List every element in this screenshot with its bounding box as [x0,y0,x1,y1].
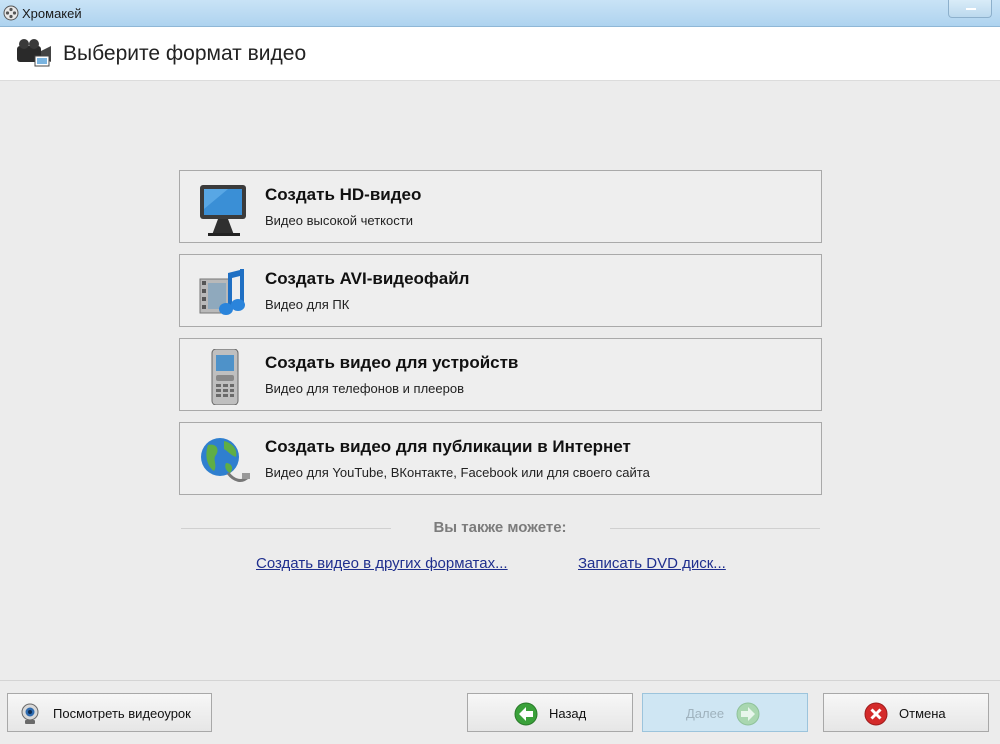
option-subtitle: Видео для ПК [265,297,350,312]
also-can-label: Вы также можете: [433,519,567,536]
cancel-button[interactable]: Отмена [823,693,989,732]
window-title: Хромакей [22,6,82,21]
arrow-left-icon [514,702,538,729]
window-close-button[interactable] [948,0,992,18]
other-formats-link[interactable]: Создать видео в других форматах... [256,555,508,572]
back-button[interactable]: Назад [467,693,633,732]
page-title: Выберите формат видео [63,42,307,65]
page-header: Выберите формат видео [0,27,1000,81]
create-hd-video-button[interactable]: Создать HD-видео Видео высокой четкости [179,170,822,243]
burn-dvd-link[interactable]: Записать DVD диск... [578,555,726,572]
next-button[interactable]: Далее [642,693,808,732]
tutorial-label: Посмотреть видеоурок [53,706,191,721]
divider [181,528,391,529]
option-title: Создать видео для устройств [265,353,519,372]
create-internet-video-button[interactable]: Создать видео для публикации в Интернет … [179,422,822,495]
option-title: Создать HD-видео [265,185,422,204]
film-reel-icon [3,5,19,21]
option-subtitle: Видео для YouTube, ВКонтакте, Facebook и… [265,465,650,480]
option-title: Создать видео для публикации в Интернет [265,437,631,456]
cancel-icon [864,702,888,729]
next-label: Далее [686,706,725,721]
arrow-right-icon [736,702,760,729]
create-device-video-button[interactable]: Создать видео для устройств Видео для те… [179,338,822,411]
video-camera-icon [15,38,55,73]
monitor-icon [198,181,250,237]
webcam-icon [18,702,42,729]
watch-tutorial-button[interactable]: Посмотреть видеоурок [7,693,212,732]
globe-icon [198,433,250,489]
back-label: Назад [549,706,587,721]
film-music-icon [198,265,250,321]
phone-icon [198,348,250,406]
option-subtitle: Видео для телефонов и плееров [265,381,465,396]
create-avi-file-button[interactable]: Создать AVI-видеофайл Видео для ПК [179,254,822,327]
title-bar: Хромакей [0,0,1000,27]
close-icon [966,8,976,10]
footer-divider [0,680,1000,681]
option-title: Создать AVI-видеофайл [265,269,470,288]
divider [610,528,820,529]
option-subtitle: Видео высокой четкости [265,213,413,228]
cancel-label: Отмена [899,706,946,721]
